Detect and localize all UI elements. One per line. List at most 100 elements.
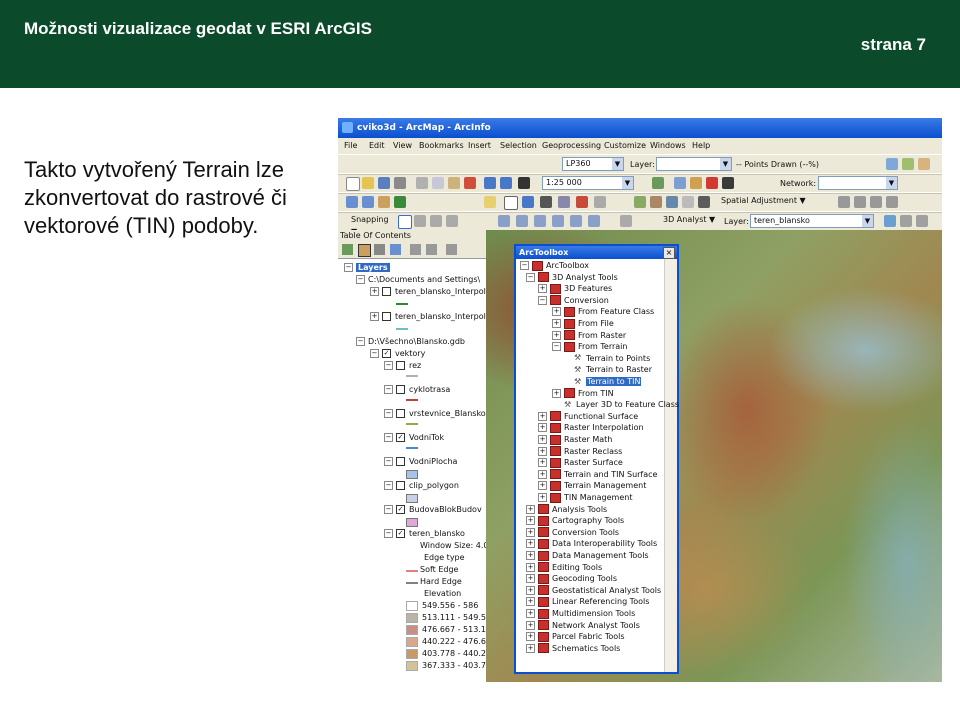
toolbox-item[interactable]: + Analysis Tools <box>526 504 607 516</box>
3d-analyst-menu[interactable]: 3D Analyst ▼ <box>660 214 732 228</box>
toolbox-item[interactable]: + Data Interoperability Tools <box>526 538 657 550</box>
tool-item[interactable]: ⚒ Terrain to Points <box>574 353 650 365</box>
menu-file[interactable]: File <box>344 141 357 150</box>
new-document-icon[interactable] <box>346 177 360 191</box>
toolset-item[interactable]: + From File <box>552 318 614 330</box>
print-icon[interactable] <box>394 177 406 189</box>
toolbox-item[interactable]: + Editing Tools <box>526 562 602 574</box>
tree-item[interactable]: − ArcToolbox <box>520 260 589 272</box>
toc-options-icon[interactable] <box>410 244 421 255</box>
toc-folder[interactable]: − C:\Documents and Settings\ <box>356 274 480 286</box>
toolbox-item[interactable]: −3D Analyst Tools <box>526 272 618 284</box>
snapping-menu[interactable]: Snapping ▼ <box>348 214 396 236</box>
toolset-item[interactable]: + From TIN <box>552 388 614 400</box>
hyperlink-icon[interactable] <box>576 196 588 208</box>
toolset-item[interactable]: − Conversion <box>538 295 609 307</box>
3d-tool-icon[interactable] <box>884 215 896 227</box>
lp360-tool-icon[interactable] <box>552 215 564 227</box>
adjust-tool-icon[interactable] <box>886 196 898 208</box>
list-by-source-icon[interactable] <box>358 244 371 257</box>
menu-insert[interactable]: Insert <box>468 141 491 150</box>
toc-layer[interactable]: − VodniPlocha <box>384 456 457 468</box>
toc-geodatabase[interactable]: − D:\Všechno\Blansko.gdb <box>356 336 465 348</box>
toolbox-item[interactable]: + Schematics Tools <box>526 643 620 655</box>
end-snapping-icon[interactable] <box>414 215 426 227</box>
toc-layer[interactable]: − ✓ BudovaBlokBudov <box>384 504 482 516</box>
toolset-item[interactable]: + From Feature Class <box>552 306 654 318</box>
arctoolbox-scrollbar[interactable] <box>664 259 677 672</box>
lp360-combo[interactable]: LP360 ▼ <box>562 157 624 171</box>
toolset-item[interactable]: + Functional Surface <box>538 411 638 423</box>
toolset-item[interactable]: + Raster Interpolation <box>538 422 644 434</box>
select-elements-icon[interactable] <box>504 196 518 210</box>
zoom-out-icon[interactable] <box>362 196 374 208</box>
lp360-tool-icon[interactable] <box>634 196 646 208</box>
adjust-tool-icon[interactable] <box>838 196 850 208</box>
toolbox-item[interactable]: + Network Analyst Tools <box>526 620 640 632</box>
menu-customize[interactable]: Customize <box>604 141 646 150</box>
toolset-item[interactable]: + TIN Management <box>538 492 632 504</box>
pan-icon[interactable] <box>378 196 390 208</box>
toc-layer[interactable]: − ✓ VodniTok <box>384 432 444 444</box>
menu-bookmarks[interactable]: Bookmarks <box>419 141 464 150</box>
menu-geoprocessing[interactable]: Geoprocessing <box>542 141 601 150</box>
lp360-tool-icon[interactable] <box>498 215 510 227</box>
redo-icon[interactable] <box>500 177 512 189</box>
list-by-drawing-order-icon[interactable] <box>342 244 353 255</box>
tool-item[interactable]: ⚒ Layer 3D to Feature Class <box>564 399 679 411</box>
python-window-icon[interactable] <box>722 177 734 189</box>
lp360-tool-icon[interactable] <box>516 215 528 227</box>
toc-layer[interactable]: − ✓ teren_blansko <box>384 528 465 540</box>
tool-item[interactable]: ⚒ Terrain to Raster <box>574 364 652 376</box>
toolbox-item[interactable]: + Linear Referencing Tools <box>526 596 649 608</box>
toolbox-item[interactable]: + Multidimension Tools <box>526 608 635 620</box>
toolset-item[interactable]: + Raster Surface <box>538 457 623 469</box>
layer-combo[interactable]: ▼ <box>656 157 732 171</box>
toolbox-item[interactable]: + Conversion Tools <box>526 527 619 539</box>
paste-icon[interactable] <box>448 177 460 189</box>
toc-layer[interactable]: + teren_blansko_Interpolat <box>370 311 494 323</box>
lp360-tool-icon[interactable] <box>698 196 710 208</box>
list-by-selection-icon[interactable] <box>390 244 401 255</box>
toolset-item[interactable]: − From Terrain <box>552 341 627 353</box>
full-extent-icon[interactable] <box>394 196 406 208</box>
add-data-icon[interactable] <box>518 177 530 189</box>
scale-combo[interactable]: 1:25 000 ▼ <box>542 176 634 190</box>
3d-tool-icon[interactable] <box>916 215 928 227</box>
lp360-tool-icon[interactable] <box>886 158 898 170</box>
toc-window-icon[interactable] <box>674 177 686 189</box>
tool-item-selected[interactable]: ⚒ Terrain to TIN <box>574 376 642 388</box>
menu-view[interactable]: View <box>393 141 412 150</box>
toc-layer[interactable]: − rez <box>384 360 421 372</box>
spatial-adjustment-menu[interactable]: Spatial Adjustment ▼ <box>718 195 826 209</box>
point-snapping-icon[interactable] <box>398 215 412 229</box>
lp360-tool-icon[interactable] <box>570 215 582 227</box>
toolbox-item[interactable]: + Geostatistical Analyst Tools <box>526 585 661 597</box>
lp360-tool-icon[interactable] <box>918 158 930 170</box>
menu-windows[interactable]: Windows <box>650 141 686 150</box>
copy-icon[interactable] <box>432 177 444 189</box>
3d-tool-icon[interactable] <box>900 215 912 227</box>
arctoolbox-icon[interactable] <box>706 177 718 189</box>
lp360-tool-icon[interactable] <box>666 196 678 208</box>
lp360-tool-icon[interactable] <box>902 158 914 170</box>
toolbox-item[interactable]: + Geocoding Tools <box>526 573 617 585</box>
toc-layer[interactable]: − clip_polygon <box>384 480 459 492</box>
toc-layer[interactable]: − vrstevnice_Blansko <box>384 408 486 420</box>
measure-icon[interactable] <box>558 196 570 208</box>
open-icon[interactable] <box>362 177 374 189</box>
list-by-visibility-icon[interactable] <box>374 244 385 255</box>
toolset-item[interactable]: + Terrain Management <box>538 480 646 492</box>
lp360-tool-icon[interactable] <box>682 196 694 208</box>
lp360-tool-icon[interactable] <box>588 215 600 227</box>
toolset-item[interactable]: + Raster Math <box>538 434 612 446</box>
window-titlebar[interactable]: cviko3d - ArcMap - ArcInfo <box>338 118 942 138</box>
toolset-item[interactable]: + Terrain and TIN Surface <box>538 469 657 481</box>
vertex-snapping-icon[interactable] <box>430 215 442 227</box>
toc-group-layer[interactable]: − ✓ vektory <box>370 348 425 360</box>
lp360-tool-icon[interactable] <box>534 215 546 227</box>
3d-layer-combo[interactable]: teren_blansko ▼ <box>750 214 874 228</box>
adjust-tool-icon[interactable] <box>854 196 866 208</box>
edge-snapping-icon[interactable] <box>446 215 458 227</box>
toc-layers-root[interactable]: − Layers <box>344 262 390 274</box>
